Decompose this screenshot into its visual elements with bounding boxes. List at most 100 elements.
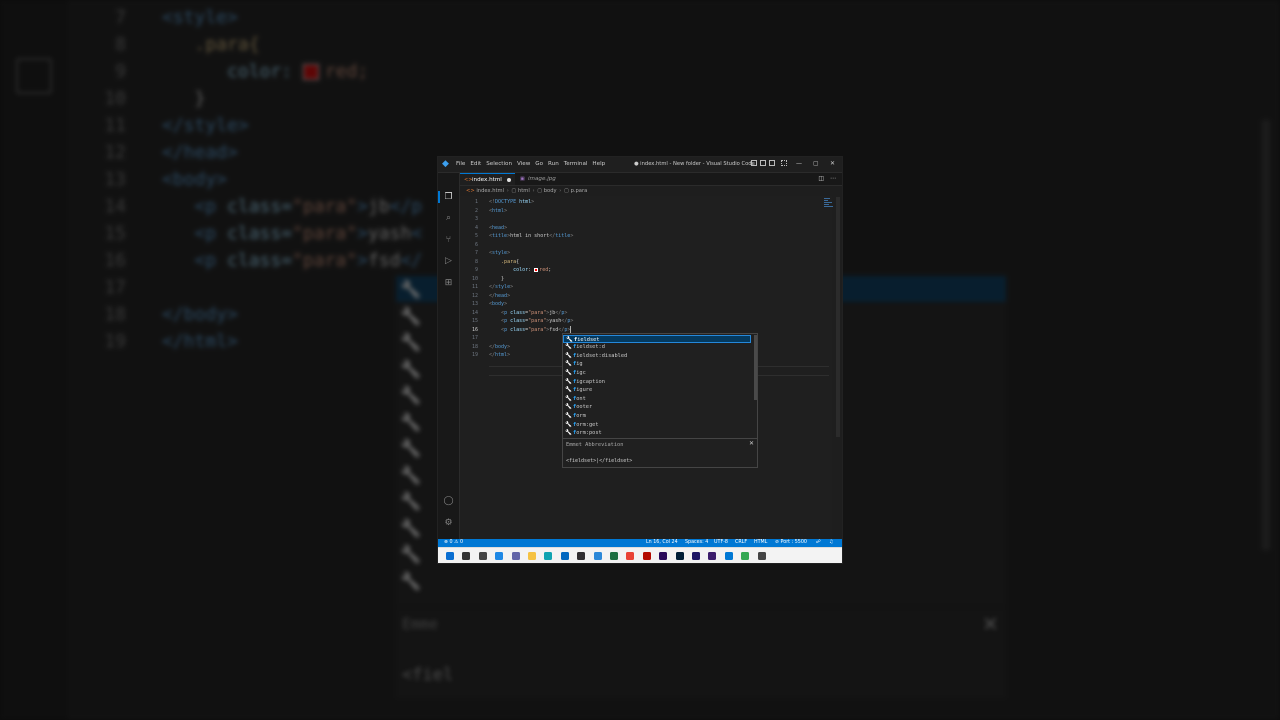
layout-toggle-icon[interactable] [751,160,757,166]
checklist-icon[interactable] [757,552,766,560]
encoding-status[interactable]: UTF-8 [714,539,728,547]
task-view-icon[interactable] [478,552,487,560]
suggestion-item[interactable]: 🔧 font [563,395,751,404]
suggestion-item[interactable]: 🔧 fieldset:disabled [563,352,751,361]
modified-dot-icon [506,177,511,182]
bg-wrench-icon: 🔧 [400,492,422,512]
split-editor-icon[interactable]: ◫ [818,175,824,182]
bg-code-token: <style> [162,7,238,28]
bg-line-number: 9 [115,61,126,82]
details-title: Emmet Abbreviation [566,442,624,448]
notifications-bell-icon[interactable]: ♫ [829,539,833,547]
suggestion-item[interactable]: 🔧 figure [563,386,751,395]
maximize-icon[interactable]: ▢ [813,159,819,169]
code-line: 17 [460,334,489,343]
feedback-icon[interactable]: ☍ [816,539,821,547]
indentation-status[interactable]: Spaces: 4 [685,539,708,547]
suggestion-item[interactable]: 🔧 figc [563,369,751,378]
menu-item-view[interactable]: View [517,160,530,169]
panel-toggle-icon[interactable] [760,160,766,166]
account-icon[interactable]: ◯ [443,496,454,507]
obs-icon[interactable] [577,552,586,560]
suggestion-details: Emmet Abbreviation ✕ <fieldset>|</fields… [562,438,758,468]
code-token: fsd [549,326,559,333]
acrobat-icon[interactable] [642,552,651,560]
menu-item-terminal[interactable]: Terminal [564,160,588,169]
bg-wrench-icon: 🔧 [400,333,422,353]
chat-icon[interactable] [511,552,520,560]
suggestion-item[interactable]: 🔧 figcaption [563,378,751,387]
code-token: style [492,250,508,256]
menu-item-help[interactable]: Help [592,160,605,169]
eol-status[interactable]: CRLF [735,539,747,547]
search-icon[interactable]: ⌕ [443,213,454,224]
color-swatch-icon[interactable] [534,267,539,272]
suggestion-item[interactable]: 🔧 fig [563,360,751,369]
suggestion-item[interactable]: 🔧 form:post [563,429,751,438]
bg-code-token: </ [400,250,423,271]
tab-image-jpg[interactable]: ▣ image.jpg [516,173,578,185]
vscode-icon[interactable] [724,552,733,560]
tag-icon: ▢ [511,188,517,194]
edge-icon[interactable] [544,552,553,560]
bg-wrench-icon: 🔧 [400,306,422,327]
run-debug-icon[interactable]: ▷ [443,256,454,267]
explorer-icon[interactable]: ❐ [443,192,454,203]
line-number: 16 [471,326,478,333]
customize-layout-icon[interactable] [781,160,787,166]
cursor-position[interactable]: Ln 16, Col 24 [646,539,678,547]
menu-item-go[interactable]: Go [535,160,543,169]
menu-item-selection[interactable]: Selection [486,160,512,169]
sidebar-toggle-icon[interactable] [769,160,775,166]
bg-line-number: 14 [104,196,126,217]
source-control-icon[interactable]: ⑂ [443,235,454,246]
premiere-icon[interactable] [659,552,668,560]
bg-code-line: 15 <p class="para">yash< [100,220,422,247]
chevron-right-icon: › [559,188,562,194]
suggestion-item[interactable]: 🔧 footer [563,403,751,412]
breadcrumb-p-para[interactable]: p.para [571,188,588,194]
windows-start-icon[interactable] [446,552,454,560]
illustrator-icon[interactable] [708,552,717,560]
widgets-icon[interactable] [495,552,504,560]
gear-icon[interactable]: ⚙ [443,518,454,529]
bg-code-token: } [194,88,206,109]
menu-item-file[interactable]: File [456,160,465,169]
language-status[interactable]: HTML [754,539,767,547]
code-token: > [564,309,568,316]
close-icon[interactable]: ✕ [830,159,835,169]
aftereffects-icon[interactable] [692,552,700,560]
tab-index-html[interactable]: <> index.html [460,173,515,185]
bg-emmet-code: <fiel [402,665,454,685]
editor-scrollbar[interactable] [836,197,840,437]
more-actions-icon[interactable]: ⋯ [830,175,836,182]
breadcrumb-html[interactable]: html [518,188,530,194]
close-details-icon[interactable]: ✕ [749,440,754,447]
suggestion-scrollbar[interactable] [754,335,757,400]
problems-status[interactable]: ⊗ 0 ⚠ 0 [444,539,463,547]
suggestion-item[interactable]: 🔧 fieldset [563,334,751,344]
minimap[interactable] [824,198,836,210]
photoshop-icon[interactable] [675,552,684,560]
photos-icon[interactable] [593,552,602,560]
code-line: 6 [460,241,489,250]
menu-item-edit[interactable]: Edit [470,160,481,169]
code-token: red [539,267,549,273]
breadcrumb-body[interactable]: body [544,188,557,194]
breadcrumb-file[interactable]: index.html [476,188,504,194]
extensions-icon[interactable]: ⊞ [443,278,454,289]
file-explorer-icon[interactable] [528,552,536,560]
code-token: title [555,233,571,239]
code-line: 18 </body> [460,343,510,352]
search-icon[interactable] [462,552,471,560]
chrome-alt-icon[interactable] [741,552,750,560]
live-server-status[interactable]: ⊘ Port : 5500 [775,539,807,547]
store-icon[interactable] [560,552,569,560]
menu-item-run[interactable]: Run [548,160,559,169]
minimize-icon[interactable]: — [796,159,802,169]
suggestion-item[interactable]: 🔧 form:get [563,421,751,430]
suggestion-item[interactable]: 🔧 form [563,412,751,421]
chrome-icon[interactable] [626,552,635,560]
excel-icon[interactable] [610,552,618,560]
suggestion-item[interactable]: 🔧 fieldset:d [563,343,751,352]
